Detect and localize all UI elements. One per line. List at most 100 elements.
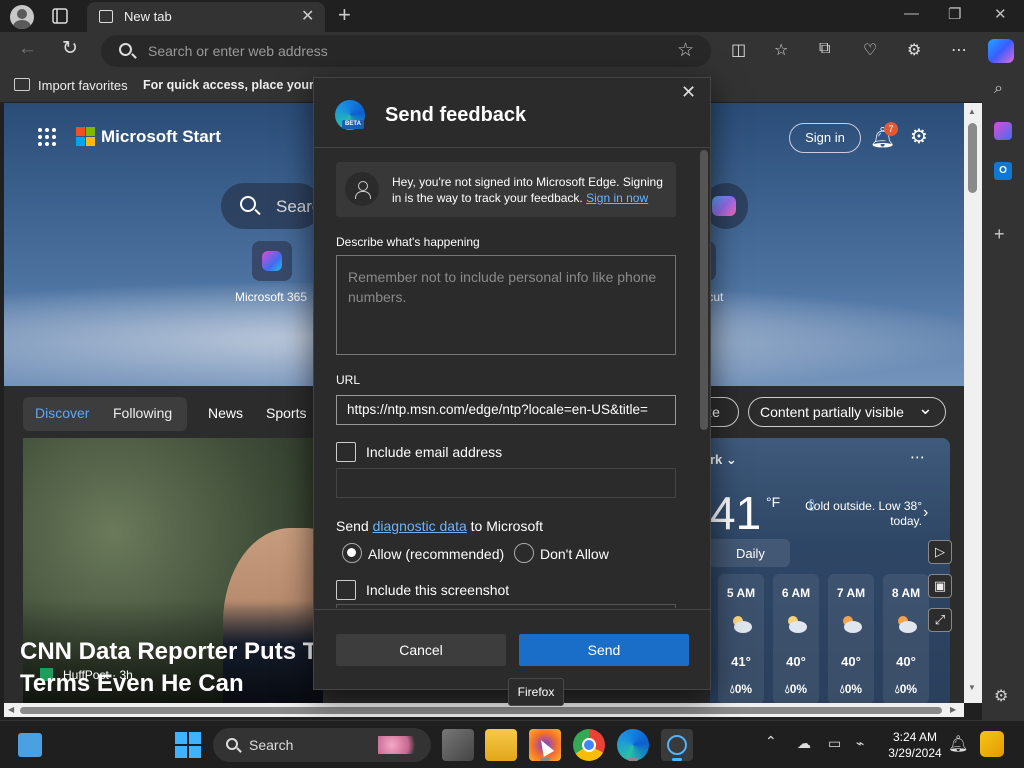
favorites-icon[interactable]: ☆ [774,40,788,60]
send-feedback-dialog: BETA Send feedback ✕ Hey, you're not sig… [313,77,711,690]
brand-title[interactable]: Microsoft Start [101,127,221,147]
include-email-checkbox[interactable] [336,442,356,462]
page-settings-icon[interactable]: ⚙ [910,124,928,149]
dialog-close-icon[interactable]: ✕ [681,82,696,103]
horizontal-scrollbar[interactable]: ◀ ▶ [4,703,964,717]
describe-textarea[interactable]: Remember not to include personal info li… [336,255,676,355]
onedrive-icon[interactable]: ☁ [797,735,811,752]
chevron-right-icon[interactable]: › [923,504,928,522]
import-favorites-link[interactable]: Import favorites [38,78,128,93]
expand-icon[interactable]: ⤢ [928,608,952,632]
clock-time: 3:24 AM [892,730,938,744]
hourly-forecast[interactable]: 7 AM 40° 💧︎0% [828,574,874,703]
taskbar-search[interactable]: Search [213,728,431,762]
feedback-hub-icon[interactable] [661,729,693,761]
diagnostic-data-link[interactable]: diagnostic data [373,518,467,534]
display-icon[interactable]: ▭ [828,735,841,752]
vertical-scroll-thumb[interactable] [968,123,977,193]
weather-card[interactable]: rk ⌄ ⋯ 41 °F 🌡︎ Cold outside. Low 38° to… [710,438,950,703]
sign-in-now-link[interactable]: Sign in now [586,191,648,205]
quick-link-microsoft-365[interactable] [252,241,292,281]
extensions-icon[interactable]: ⚙ [907,40,921,60]
minimize-icon[interactable]: — [904,5,919,22]
split-screen-icon[interactable]: ◫ [731,40,746,60]
vertical-scrollbar[interactable]: ▲ ▼ [964,103,982,703]
more-options-icon[interactable]: ⋯ [951,40,967,60]
browser-essentials-icon[interactable]: ♡ [863,40,877,60]
dont-allow-label[interactable]: Don't Allow [540,546,609,562]
scroll-left-icon[interactable]: ◀ [8,705,14,714]
play-icon[interactable]: ▷ [928,540,952,564]
new-tab-button[interactable]: + [338,2,351,28]
scroll-up-icon[interactable]: ▲ [968,107,976,116]
dont-allow-radio[interactable] [514,543,534,563]
hourly-forecast[interactable]: 5 AM 41° 💧︎0% [718,574,764,703]
widgets-icon[interactable] [18,733,42,757]
search-icon[interactable]: ⌕ [994,80,1003,98]
running-indicator [540,758,550,761]
weather-more-icon[interactable]: ⋯ [910,448,925,466]
notifications-icon[interactable]: 🔔︎ [948,734,968,754]
scroll-down-icon[interactable]: ▼ [968,683,976,692]
tab-following[interactable]: Following [113,405,172,421]
hour-time: 6 AM [781,586,811,600]
chrome-icon[interactable] [573,729,605,761]
hourly-forecast[interactable]: 6 AM 40° 💧︎0% [773,574,819,703]
microsoft-365-icon [262,251,282,271]
quick-link-label[interactable]: Microsoft 365 [235,290,307,304]
collections-icon[interactable]: ⧉ [819,40,830,58]
content-visibility-dropdown[interactable]: Content partially visible [748,394,946,427]
app-launcher-icon[interactable] [38,128,58,148]
refresh-icon[interactable]: ↻ [62,37,78,60]
back-icon[interactable]: ← [18,38,37,60]
include-screenshot-checkbox[interactable] [336,580,356,600]
hour-precipitation-value: 0% [734,682,753,696]
copilot-sidebar-icon[interactable] [994,122,1012,140]
address-input[interactable]: Search or enter web address [148,43,328,59]
add-favorite-icon[interactable]: ☆ [677,39,694,62]
send-button[interactable]: Send [519,634,689,666]
tab-new-tab[interactable]: New tab ✕ [87,2,325,32]
allow-label[interactable]: Allow (recommended) [368,546,504,562]
show-hidden-icons-icon[interactable]: ⌃ [765,733,777,750]
sign-in-button[interactable]: Sign in [789,123,861,153]
weather-daily-tab[interactable]: Daily [736,546,765,561]
add-sidebar-app-icon[interactable]: + [994,224,1005,245]
copilot-icon[interactable] [988,39,1014,63]
page-search-box[interactable]: Searc [221,183,321,229]
edge-icon[interactable] [617,729,649,761]
sidebar-settings-icon[interactable]: ⚙ [994,686,1008,706]
tab-news[interactable]: News [208,405,243,421]
tab-actions-icon[interactable] [50,6,70,26]
hourly-forecast[interactable]: 8 AM 40° 💧︎0% [883,574,929,703]
start-icon[interactable] [175,732,201,758]
close-window-icon[interactable]: ✕ [994,5,1007,23]
person-icon [345,172,379,206]
profile-avatar[interactable] [10,5,34,29]
dialog-scrollbar[interactable] [700,150,708,430]
tab-sports[interactable]: Sports [266,405,306,421]
cancel-button[interactable]: Cancel [336,634,506,666]
address-bar[interactable]: Search or enter web address ☆ [101,35,711,67]
image-icon[interactable]: ▣ [928,574,952,598]
task-view-icon[interactable] [442,729,474,761]
network-icon[interactable]: ⌁ [856,735,864,752]
restore-icon[interactable]: ❐ [948,5,961,23]
weather-unit[interactable]: °F [766,494,780,510]
include-screenshot-label[interactable]: Include this screenshot [366,582,509,598]
tab-discover[interactable]: Discover [35,405,89,421]
copilot-preview-icon[interactable] [980,731,1004,757]
edge-sidebar: ⌕ O + ⚙ [982,70,1024,720]
file-explorer-icon[interactable] [485,729,517,761]
horizontal-scroll-thumb[interactable] [20,707,942,714]
include-email-label[interactable]: Include email address [366,444,502,460]
clock[interactable]: 3:24 AM 3/29/2024 [880,729,950,761]
allow-radio[interactable] [342,543,362,563]
scroll-right-icon[interactable]: ▶ [950,705,956,714]
hour-time: 7 AM [836,586,866,600]
weather-location[interactable]: rk ⌄ [710,452,737,468]
outlook-icon[interactable]: O [994,162,1012,180]
search-icon [119,43,132,56]
url-field[interactable]: https://ntp.msn.com/edge/ntp?locale=en-U… [336,395,676,425]
tab-close-icon[interactable]: ✕ [301,6,314,26]
